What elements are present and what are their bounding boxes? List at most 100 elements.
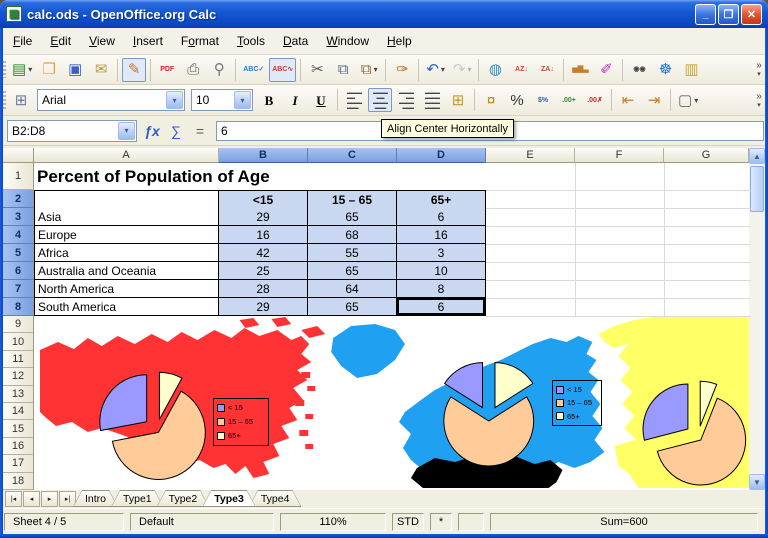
row-header-17[interactable]: 17 <box>3 455 34 472</box>
cell-B8[interactable]: 29 <box>219 298 308 316</box>
vertical-scroll-thumb[interactable] <box>750 166 764 212</box>
justify-button[interactable]: ▬▬▬▬ ▬▬▬▬ ▬▬▬▬ ▬▬▬▬ <box>420 88 444 112</box>
export-pdf-button[interactable]: PDF <box>155 58 179 82</box>
sum-button[interactable]: ∑ <box>164 120 188 142</box>
row-header-9[interactable]: 9 <box>3 316 34 333</box>
bold-button[interactable]: B <box>257 88 281 112</box>
hyperlink-button[interactable]: ◍ <box>483 58 507 82</box>
column-header-C[interactable]: C <box>308 148 397 163</box>
auto-spellcheck-button[interactable]: ABC∿ <box>269 58 296 82</box>
row-header-11[interactable]: 11 <box>3 351 34 368</box>
font-name-combo[interactable]: Arial▾ <box>37 89 185 111</box>
previous-sheet-button[interactable]: ◂ <box>23 491 40 507</box>
sheet-tab-type4[interactable]: Type4 <box>249 490 302 507</box>
row-header-7[interactable]: 7 <box>3 280 34 298</box>
row-header-2[interactable]: 2 <box>3 190 34 208</box>
cell-B5[interactable]: 42 <box>219 244 308 262</box>
paste-button[interactable]: ⧉▾ <box>357 58 381 82</box>
spellcheck-button[interactable]: ABC✓ <box>240 58 267 82</box>
menu-file[interactable]: File <box>4 30 41 52</box>
row-header-13[interactable]: 13 <box>3 386 34 403</box>
menu-format[interactable]: Format <box>172 30 228 52</box>
format-currency-button[interactable]: ¤ <box>479 88 503 112</box>
cell-A7[interactable]: North America <box>34 280 219 298</box>
row-header-4[interactable]: 4 <box>3 226 34 244</box>
column-header-F[interactable]: F <box>575 148 664 163</box>
styles-window-button[interactable]: ⊞ <box>9 88 33 112</box>
toolbar-overflow-button[interactable]: »▾ <box>752 61 766 78</box>
borders-dropdown-arrow[interactable]: ▾ <box>694 96 698 105</box>
row-header-1[interactable]: 1 <box>3 163 34 190</box>
cell-B3[interactable]: 29 <box>219 208 308 226</box>
toolbar-overflow-button[interactable]: »▾ <box>752 92 766 109</box>
gallery-button[interactable]: ▥ <box>679 58 703 82</box>
cell-A4[interactable]: Europe <box>34 226 219 244</box>
close-button[interactable]: ✕ <box>741 4 762 25</box>
toolbar-drag-handle[interactable] <box>3 61 6 78</box>
formula-button[interactable]: = <box>188 120 212 142</box>
status-zoom[interactable]: 110% <box>280 513 386 531</box>
open-button[interactable]: ❒ <box>37 58 61 82</box>
menu-tools[interactable]: Tools <box>228 30 274 52</box>
cell-C4[interactable]: 68 <box>308 226 397 244</box>
row-header-16[interactable]: 16 <box>3 438 34 455</box>
row-header-6[interactable]: 6 <box>3 262 34 280</box>
name-box[interactable]: B2:D8 ▾ <box>7 120 137 142</box>
sort-ascending-button[interactable]: AZ↓ <box>509 58 533 82</box>
align-center-button[interactable]: ▬▬▬▬ ▬▬ ▬▬▬▬ ▬▬▬ <box>368 88 392 112</box>
row-header-8[interactable]: 8 <box>3 298 34 316</box>
cell-D7[interactable]: 8 <box>397 280 486 298</box>
italic-button[interactable]: I <box>283 88 307 112</box>
edit-file-button[interactable]: ✎ <box>122 58 146 82</box>
column-header-E[interactable]: E <box>486 148 575 163</box>
cell-A2[interactable] <box>34 190 219 209</box>
cell-C7[interactable]: 64 <box>308 280 397 298</box>
status-page-style[interactable]: Default <box>130 513 274 531</box>
menu-help[interactable]: Help <box>378 30 421 52</box>
decrease-indent-button[interactable]: ⇤ <box>616 88 640 112</box>
merge-cells-button[interactable]: ⊞ <box>446 88 470 112</box>
delete-decimal-button[interactable]: .00✗ <box>583 88 607 112</box>
row-header-15[interactable]: 15 <box>3 420 34 437</box>
cell-A3[interactable]: Asia <box>34 208 219 226</box>
format-paintbrush-button[interactable]: ✑ <box>390 58 414 82</box>
font-size-combo[interactable]: 10▾ <box>191 89 253 111</box>
vertical-scrollbar[interactable]: ▲ ▼ <box>749 148 765 490</box>
name-box-dropdown-icon[interactable]: ▾ <box>118 122 135 140</box>
column-header-B[interactable]: B <box>219 148 308 163</box>
cell-D2[interactable]: 65+ <box>397 190 486 209</box>
cell-D3[interactable]: 6 <box>397 208 486 226</box>
menu-window[interactable]: Window <box>317 30 378 52</box>
redo-dropdown-arrow[interactable]: ▾ <box>467 65 471 74</box>
scroll-up-icon[interactable]: ▲ <box>749 148 765 164</box>
cell-B2[interactable]: <15 <box>219 190 308 209</box>
cell-A6[interactable]: Australia and Oceania <box>34 262 219 280</box>
cell-A1[interactable]: Percent of Population of Age <box>34 163 270 190</box>
row-header-3[interactable]: 3 <box>3 208 34 226</box>
first-sheet-button[interactable]: |◂ <box>5 491 22 507</box>
cell-C8[interactable]: 65 <box>308 298 397 316</box>
font-size-dropdown-icon[interactable]: ▾ <box>234 91 251 109</box>
minimize-button[interactable]: _ <box>695 4 716 25</box>
print-button[interactable]: ⎙ <box>181 58 205 82</box>
status-sheet-position[interactable]: Sheet 4 / 5 <box>4 513 124 531</box>
menu-view[interactable]: View <box>80 30 124 52</box>
select-all-corner[interactable] <box>3 148 34 163</box>
cell-D6[interactable]: 10 <box>397 262 486 280</box>
undo-button[interactable]: ↶▾ <box>423 58 448 82</box>
format-standard-button[interactable]: $% <box>531 88 555 112</box>
find-replace-button[interactable]: ◉◉ <box>627 58 651 82</box>
cell-B6[interactable]: 25 <box>219 262 308 280</box>
cell-C6[interactable]: 65 <box>308 262 397 280</box>
underline-button[interactable]: U <box>309 88 333 112</box>
insert-chart-button[interactable]: ▅▇▃ <box>568 58 592 82</box>
row-header-18[interactable]: 18 <box>3 473 34 490</box>
cell-C5[interactable]: 55 <box>308 244 397 262</box>
column-header-G[interactable]: G <box>664 148 749 163</box>
sheet-tab-type3[interactable]: Type3 <box>202 490 256 507</box>
increase-indent-button[interactable]: ⇥ <box>642 88 666 112</box>
menu-insert[interactable]: Insert <box>124 30 172 52</box>
cell-A5[interactable]: Africa <box>34 244 219 262</box>
navigator-button[interactable]: ☸ <box>653 58 677 82</box>
spreadsheet-grid[interactable]: ABCDEFG 123456789101112131415161718 Perc… <box>0 148 768 490</box>
